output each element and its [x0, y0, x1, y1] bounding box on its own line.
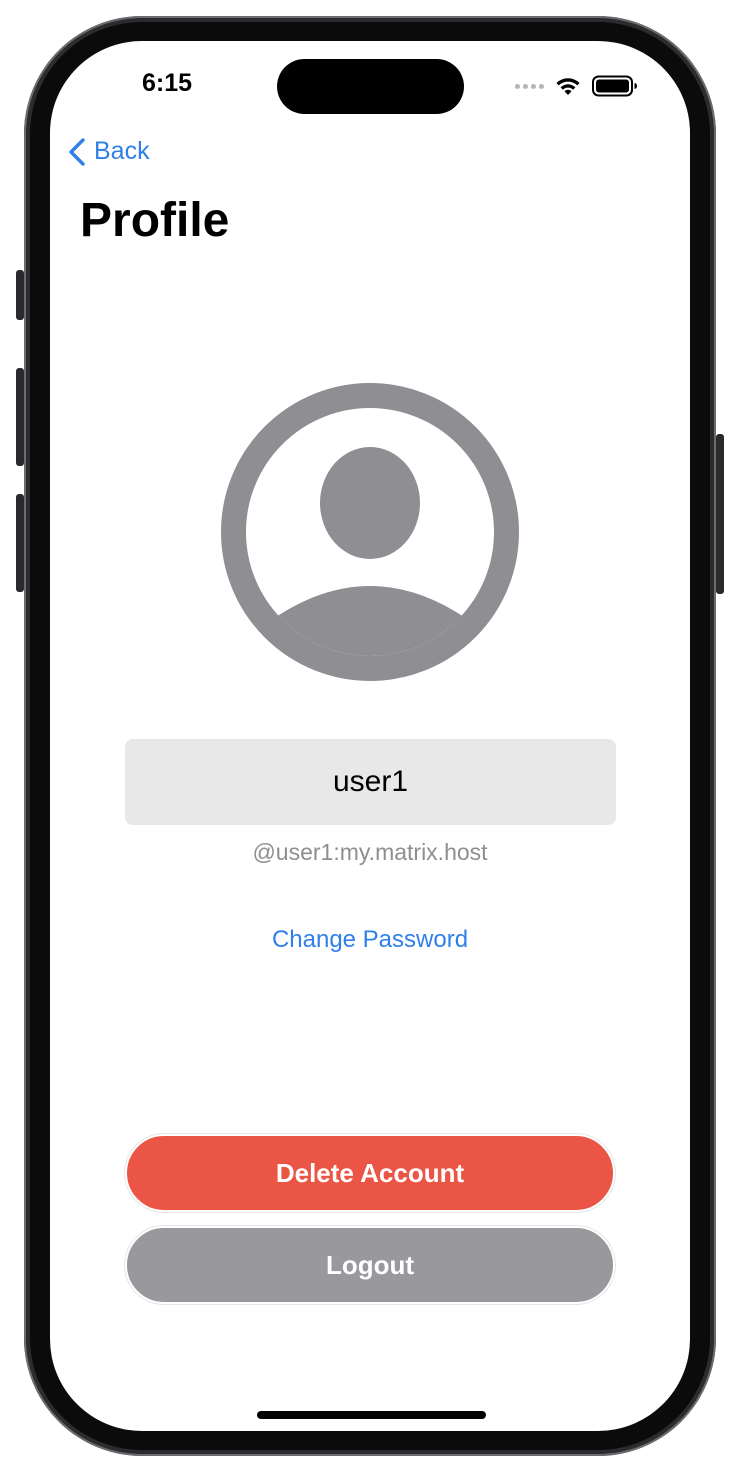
page-title: Profile [80, 194, 230, 247]
wifi-icon [556, 78, 580, 95]
avatar[interactable] [221, 383, 519, 681]
change-password-link[interactable]: Change Password [50, 926, 690, 954]
chevron-left-icon [69, 137, 85, 166]
user-id-label: @user1:my.matrix.host [252, 839, 488, 865]
power-button [716, 434, 724, 594]
status-time: 6:15 [142, 69, 193, 97]
display-name-field[interactable] [125, 739, 616, 825]
back-label: Back [94, 137, 150, 165]
volume-down-button [16, 494, 24, 592]
dynamic-island [277, 59, 464, 114]
back-button[interactable]: Back [68, 137, 150, 166]
cellular-signal-icon [515, 83, 544, 89]
delete-account-button[interactable]: Delete Account [125, 1134, 615, 1212]
logout-button[interactable]: Logout [125, 1226, 615, 1304]
battery-icon [592, 75, 637, 97]
silent-switch [16, 270, 24, 320]
person-circle-icon [221, 383, 519, 681]
app-screen: 6:15 Back Profile user1 @user1:my.matrix… [50, 41, 690, 1431]
home-indicator[interactable] [257, 1411, 486, 1419]
volume-up-button [16, 368, 24, 466]
status-indicators [515, 71, 638, 101]
